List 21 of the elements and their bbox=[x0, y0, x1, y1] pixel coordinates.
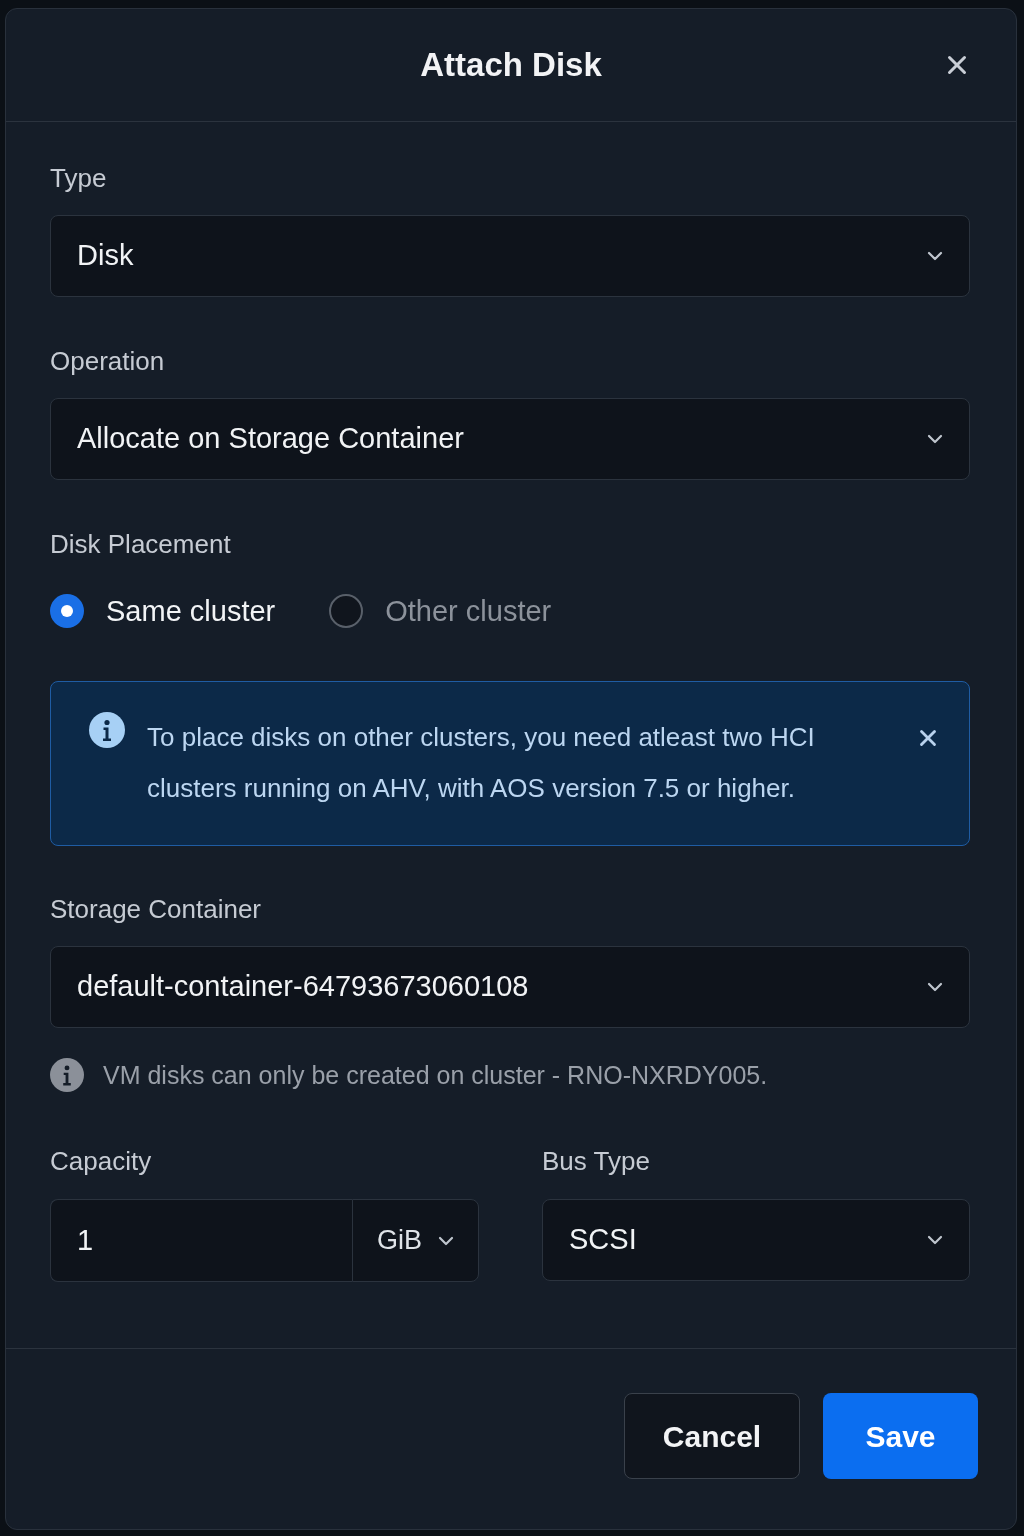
field-label: Storage Container bbox=[50, 893, 262, 925]
radio-option[interactable]: Other cluster bbox=[329, 591, 552, 631]
hint-text: VM disks can only be created on cluster - RNO-NXRDY005. bbox=[103, 1060, 768, 1091]
operation-select[interactable]: Allocate on Storage Container bbox=[50, 398, 970, 480]
field-label: Capacity bbox=[50, 1145, 152, 1177]
bus-type-select[interactable]: SCSI bbox=[542, 1199, 970, 1281]
field-label: Operation bbox=[50, 345, 165, 377]
storage-container-select[interactable]: default-container-64793673060108 bbox=[50, 946, 970, 1028]
info-message: To place disks on other clusters, you need atleast two HCI clusters running on AHV, with AOS version 7.5 or higher. bbox=[147, 721, 816, 805]
cancel-button[interactable]: Cancel bbox=[624, 1393, 800, 1479]
save-button[interactable]: Save bbox=[823, 1393, 978, 1479]
dialog-title: Attach Disk bbox=[420, 45, 602, 86]
type-select[interactable]: Disk bbox=[50, 215, 970, 297]
radio-option[interactable]: Same cluster bbox=[50, 591, 276, 631]
field-label: Disk Placement bbox=[50, 528, 231, 560]
info-icon bbox=[89, 712, 125, 748]
field-label: Bus Type bbox=[542, 1145, 650, 1177]
field-label: Type bbox=[50, 162, 107, 194]
capacity-input[interactable]: 1 bbox=[50, 1199, 352, 1282]
info-icon bbox=[50, 1058, 84, 1092]
unit-select[interactable]: GiB bbox=[352, 1199, 479, 1282]
